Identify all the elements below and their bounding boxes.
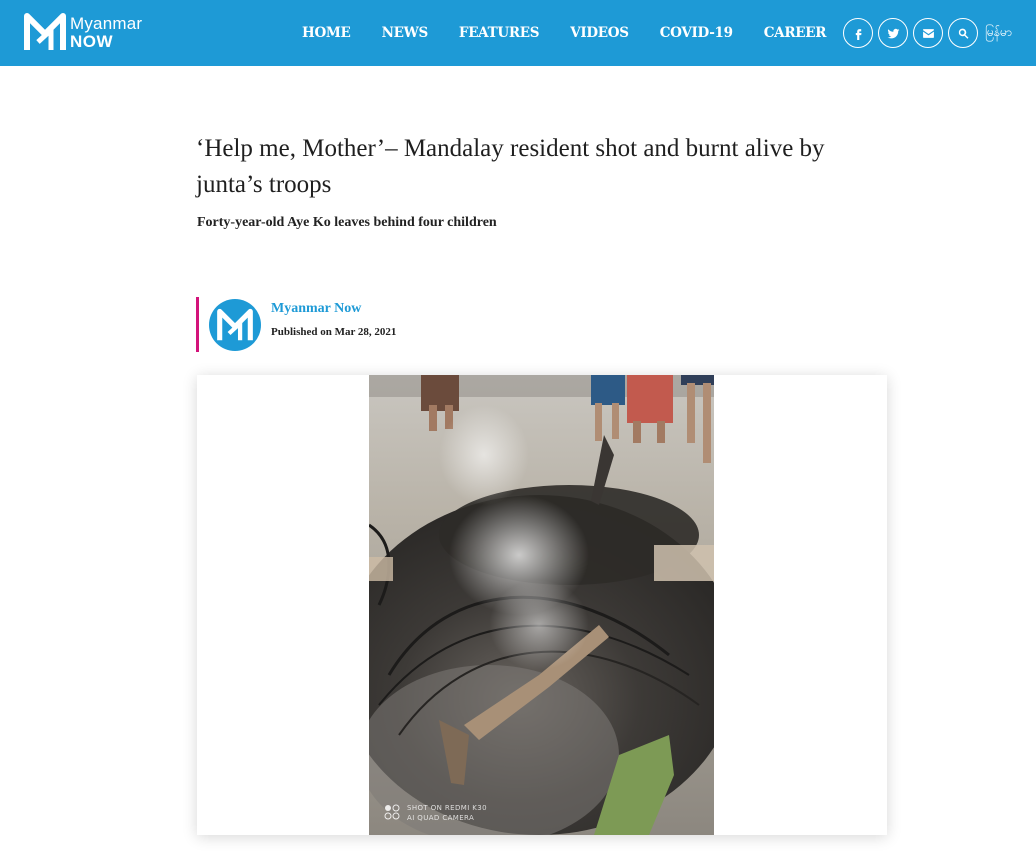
language-switch[interactable]: မြန်မာ <box>985 24 1012 42</box>
facebook-button[interactable] <box>843 18 873 48</box>
burnt-debris-photo <box>369 375 714 835</box>
logo-mark-icon <box>24 13 66 50</box>
logo-mark-icon <box>217 308 253 340</box>
main-nav: HOME NEWS FEATURES VIDEOS COVID-19 CAREE… <box>302 0 857 66</box>
twitter-icon <box>887 28 899 38</box>
nav-videos[interactable]: VIDEOS <box>570 25 629 41</box>
header-actions: မြန်မာ <box>843 18 1012 48</box>
article-subtitle: Forty-year-old Aye Ko leaves behind four… <box>197 215 497 230</box>
camera-watermark: SHOT ON REDMI K30 AI QUAD CAMERA <box>383 803 487 823</box>
featured-photo: SHOT ON REDMI K30 AI QUAD CAMERA <box>369 375 714 835</box>
featured-image-card: SHOT ON REDMI K30 AI QUAD CAMERA <box>197 375 887 835</box>
author-name[interactable]: Myanmar Now <box>271 301 396 317</box>
email-icon <box>922 28 934 38</box>
twitter-button[interactable] <box>878 18 908 48</box>
publish-date: Published on Mar 28, 2021 <box>271 326 397 338</box>
nav-news[interactable]: NEWS <box>382 25 429 41</box>
watermark-line-1: SHOT ON REDMI K30 <box>407 804 487 812</box>
byline: Myanmar Now Published on Mar 28, 2021 <box>196 297 396 352</box>
author-avatar[interactable] <box>209 298 261 351</box>
author-block: Myanmar Now Published on Mar 28, 2021 <box>271 301 396 338</box>
nav-covid-19[interactable]: COVID-19 <box>660 25 733 41</box>
search-button[interactable] <box>948 18 978 48</box>
logo-text: Myanmar NOW <box>70 15 142 50</box>
facebook-icon <box>855 28 861 40</box>
nav-home[interactable]: HOME <box>302 25 351 41</box>
logo-line-2: NOW <box>70 31 114 51</box>
search-icon <box>958 28 968 39</box>
email-button[interactable] <box>913 18 943 48</box>
logo-line-1: Myanmar <box>70 13 143 33</box>
site-logo[interactable]: Myanmar NOW <box>24 12 142 52</box>
camera-dots-icon <box>384 804 400 820</box>
nav-career[interactable]: CAREER <box>764 25 827 41</box>
article-title: ‘Help me, Mother’– Mandalay resident sho… <box>196 135 825 198</box>
watermark-line-2: AI QUAD CAMERA <box>407 814 475 822</box>
site-header: Myanmar NOW HOME NEWS FEATURES VIDEOS CO… <box>0 0 1036 66</box>
nav-features[interactable]: FEATURES <box>459 25 540 41</box>
